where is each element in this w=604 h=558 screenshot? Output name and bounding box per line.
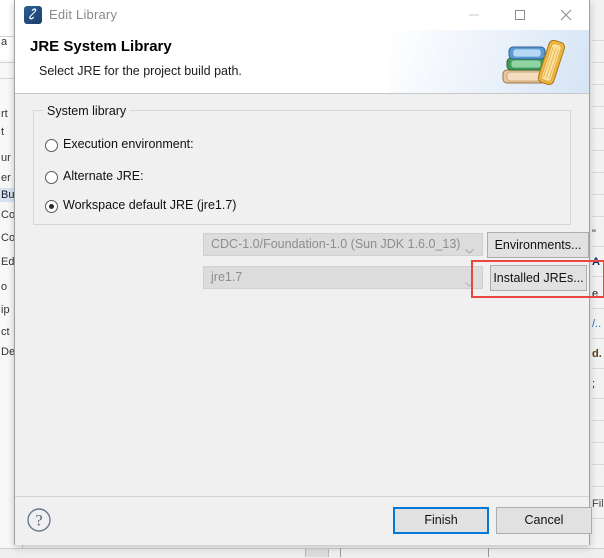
background-right-panel: " A e /.. d. ; Fil	[592, 0, 604, 557]
background-fragment: Ed	[1, 256, 15, 268]
installed-jres-button[interactable]: Installed JREs...	[490, 265, 587, 291]
background-fragment: ;	[592, 378, 596, 390]
svg-text:?: ?	[35, 513, 42, 530]
background-fragment: ur	[1, 152, 11, 164]
radio-execution-environment[interactable]	[45, 139, 58, 152]
environments-button[interactable]: Environments...	[487, 232, 589, 258]
system-library-legend: System library	[43, 104, 131, 118]
eclipse-library-icon	[24, 6, 42, 24]
background-fragment: Co	[1, 209, 16, 221]
page-subtitle: Select JRE for the project build path.	[39, 64, 242, 78]
execution-environment-combo[interactable]: CDC-1.0/Foundation-1.0 (Sun JDK 1.6.0_13…	[203, 233, 483, 256]
edit-library-dialog: Edit Library JRE System Library Select J…	[14, 0, 604, 545]
background-fragment: d.	[592, 348, 602, 360]
dialog-title: Edit Library	[49, 7, 118, 22]
background-fragment: Fil	[592, 498, 604, 510]
finish-button[interactable]: Finish	[393, 507, 489, 534]
books-stack-icon	[497, 36, 577, 90]
alternate-jre-combo[interactable]: jre1.7	[203, 266, 483, 289]
option-label: Alternate JRE:	[63, 169, 144, 183]
background-tab[interactable]	[305, 549, 329, 557]
help-icon[interactable]: ?	[23, 504, 55, 536]
minimize-icon[interactable]	[451, 0, 497, 29]
background-fragment: o	[1, 281, 8, 293]
background-fragment: A	[592, 256, 600, 268]
background-fragment: Co	[1, 232, 16, 244]
maximize-icon[interactable]	[497, 0, 543, 29]
chevron-down-icon	[465, 243, 474, 254]
radio-workspace-default-jre[interactable]	[45, 200, 58, 213]
close-icon[interactable]	[543, 0, 589, 29]
background-fragment: ip	[1, 304, 10, 316]
background-fragment: "	[592, 228, 596, 240]
dialog-content: System library Execution environment: CD…	[15, 94, 604, 496]
background-fragment: De	[1, 346, 16, 358]
option-label: Workspace default JRE (jre1.7)	[63, 198, 237, 212]
background-fragment: Bu	[1, 189, 15, 201]
background-fragment: ct	[1, 326, 10, 338]
cancel-button[interactable]: Cancel	[496, 507, 592, 534]
background-fragment: er	[1, 172, 11, 184]
background-fragment: e	[592, 288, 599, 300]
combo-value: jre1.7	[211, 270, 243, 284]
dialog-titlebar[interactable]: Edit Library	[15, 0, 589, 30]
radio-alternate-jre[interactable]	[45, 171, 58, 184]
chevron-down-icon	[465, 276, 474, 287]
page-title: JRE System Library	[30, 38, 172, 55]
background-fragment: /..	[592, 318, 602, 330]
combo-value: CDC-1.0/Foundation-1.0 (Sun JDK 1.6.0_13…	[211, 237, 461, 251]
background-fragment: t	[1, 126, 5, 138]
background-fragment: a	[1, 36, 8, 48]
dialog-footer: ? Finish Cancel	[15, 496, 592, 545]
dialog-header: JRE System Library Select JRE for the pr…	[15, 30, 589, 94]
background-fragment: rt	[1, 108, 8, 120]
option-label: Execution environment:	[63, 137, 194, 151]
